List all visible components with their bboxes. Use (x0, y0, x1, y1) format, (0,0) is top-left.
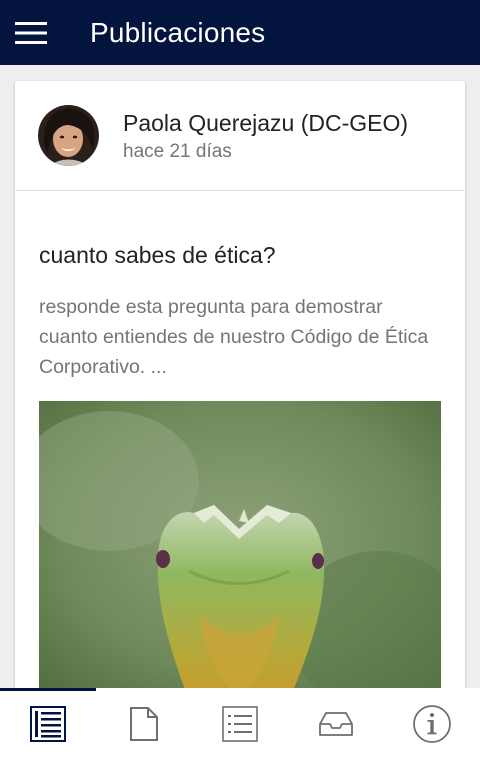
active-tab-indicator (0, 688, 96, 691)
post-excerpt: responde esta pregunta para demostrar cu… (39, 296, 429, 378)
document-icon (130, 707, 158, 741)
author-avatar[interactable] (38, 105, 99, 166)
post-image[interactable] (39, 401, 441, 688)
list-icon (222, 706, 258, 742)
menu-button[interactable] (0, 0, 62, 65)
author-name[interactable]: Paola Querejazu (DC-GEO) (123, 109, 408, 137)
info-icon (413, 705, 451, 743)
bottom-navigation (0, 688, 480, 760)
nav-item-documents[interactable] (96, 688, 192, 760)
post-timestamp: hace 21 días (123, 140, 232, 162)
page-title: Publicaciones (90, 16, 266, 48)
nav-item-info[interactable] (384, 688, 480, 760)
app-bar: Publicaciones (0, 0, 480, 65)
hamburger-menu-icon (15, 21, 47, 44)
feed[interactable]: Paola Querejazu (DC-GEO) hace 21 días cu… (0, 65, 480, 688)
nav-item-inbox[interactable] (288, 688, 384, 760)
inbox-icon (319, 712, 353, 736)
news-feed-icon (30, 706, 66, 742)
nav-item-list[interactable] (192, 688, 288, 760)
nav-item-feed[interactable] (0, 688, 96, 760)
post-title[interactable]: cuanto sabes de ética? (39, 240, 442, 270)
post-card[interactable]: Paola Querejazu (DC-GEO) hace 21 días cu… (15, 81, 465, 688)
post-header: Paola Querejazu (DC-GEO) hace 21 días (15, 81, 465, 191)
author-info: Paola Querejazu (DC-GEO) hace 21 días (123, 109, 408, 163)
post-body: cuanto sabes de ética? responde esta pre… (15, 240, 465, 688)
